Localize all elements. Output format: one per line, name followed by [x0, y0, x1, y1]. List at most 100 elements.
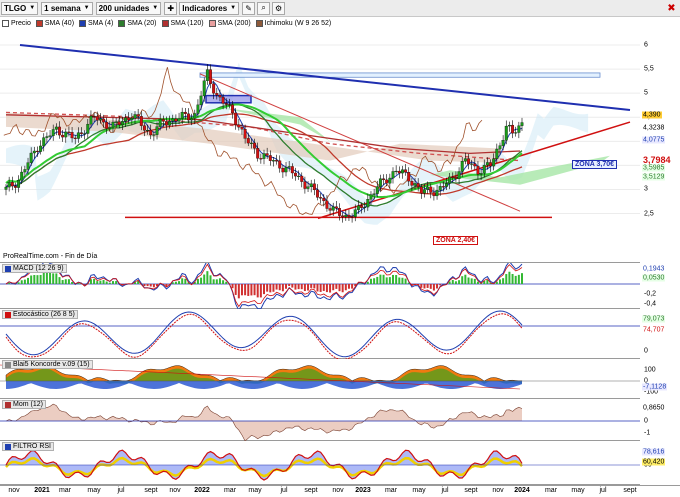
candle-body [501, 140, 505, 146]
candle-body [13, 185, 17, 188]
histogram-bar [67, 279, 70, 284]
koncorde-panel[interactable]: Blai5 Koncorde v.09 (15) [0, 359, 640, 399]
legend-item[interactable]: SMA (20) [118, 19, 157, 27]
histogram-bar [250, 284, 253, 296]
histogram-bar [143, 284, 146, 287]
candle-body [23, 169, 27, 173]
candle-body [149, 129, 153, 136]
legend-item[interactable]: SMA (40) [35, 19, 74, 27]
histogram-bar [200, 277, 203, 284]
settings-icon[interactable]: ⚙ [272, 1, 286, 15]
draw-icon[interactable]: ✎ [242, 1, 256, 15]
time-axis-label: nov [332, 487, 344, 494]
histogram-bar [181, 278, 184, 284]
histogram-bar [42, 271, 45, 284]
ticker-selector[interactable]: TLGO ▼ [1, 1, 39, 15]
candle-body [382, 178, 386, 181]
macd-chart [0, 263, 640, 309]
histogram-bar [300, 284, 303, 290]
histogram-bar [61, 280, 64, 284]
price-panel[interactable]: ZONA 2,40€ ZONA 3,70€ ProRealTime.com - … [0, 29, 640, 263]
legend-item[interactable]: SMA (200) [208, 19, 251, 27]
candle-body [177, 118, 181, 122]
candle-body [95, 116, 99, 121]
candle-body [331, 206, 335, 211]
histogram-bar [36, 275, 39, 284]
histogram-bar [259, 284, 262, 298]
zoom-icon[interactable]: ⌕ [257, 1, 271, 15]
histogram-bar [269, 284, 272, 293]
axis-tick-label: 0 [644, 347, 648, 355]
candle-body [221, 96, 225, 104]
candle-body [161, 119, 165, 122]
candle-body [281, 168, 285, 173]
candle-body [435, 190, 439, 197]
macd-panel[interactable]: MACD (12 26 9) [0, 263, 640, 309]
candle-body [297, 175, 301, 177]
axis-tick-label: 6 [644, 41, 648, 49]
histogram-bar [49, 272, 52, 284]
histogram-bar [275, 284, 278, 290]
time-axis-label: mar [58, 487, 72, 494]
candle-body [117, 121, 121, 126]
candle-body [227, 104, 231, 106]
candle-body [139, 116, 143, 126]
legend-item[interactable]: SMA (120) [161, 19, 204, 27]
axis-tick-label: 0 [644, 417, 648, 425]
histogram-bar [247, 284, 250, 296]
candle-body [17, 180, 21, 188]
histogram-bar [272, 284, 275, 292]
time-axis-label: 2022 [194, 487, 210, 494]
candle-body [294, 172, 297, 177]
histogram-bar [373, 278, 376, 284]
legend-label: SMA (200) [217, 19, 251, 27]
stoch-panel[interactable]: Estocástico (26 8 5) [0, 309, 640, 359]
candle-body [130, 118, 134, 121]
histogram-bar [256, 284, 259, 298]
stoch-title-text: Estocástico (26 8 5) [13, 311, 75, 318]
chart-footer: ProRealTime.com - Fin de Día [3, 253, 98, 260]
histogram-bar [297, 284, 300, 290]
legend-item[interactable]: Ichimoku (W 9 26 52) [255, 19, 331, 27]
mom-title-text: Mom (12) [13, 401, 43, 408]
time-axis-label: jul [117, 487, 125, 494]
candle-body [448, 176, 452, 184]
candle-body [517, 125, 521, 133]
rsi-panel[interactable]: FILTRO RSI [0, 441, 640, 485]
histogram-bar [458, 280, 461, 284]
histogram-bar [222, 280, 225, 284]
crosshair-icon[interactable]: ✚ [164, 1, 178, 15]
timeframe-selector[interactable]: 1 semana ▼ [41, 1, 93, 15]
value-badge: -7,1128 [642, 383, 668, 391]
indicators-button[interactable]: Indicadores ▼ [179, 1, 240, 15]
time-axis-label: may [87, 487, 101, 494]
time-axis-label: may [571, 487, 585, 494]
candle-body [262, 153, 266, 159]
time-axis-label: sept [304, 487, 318, 494]
candle-body [473, 163, 477, 167]
price-badge: 3,5129 [642, 173, 666, 181]
histogram-bar [218, 278, 221, 284]
legend-item[interactable]: Precio [2, 19, 31, 27]
histogram-bar [288, 284, 291, 287]
candle-body [312, 183, 316, 191]
histogram-bar [325, 284, 328, 293]
time-axis-label: 2021 [34, 487, 50, 494]
close-icon[interactable]: ✖ [665, 2, 678, 15]
legend-swatch [118, 19, 126, 27]
histogram-bar [369, 278, 372, 284]
histogram-bar [476, 281, 479, 284]
candle-body [457, 171, 461, 179]
histogram-bar [99, 280, 102, 284]
time-axis-label: jul [280, 487, 288, 494]
histogram-bar [310, 284, 313, 288]
histogram-bar [237, 284, 240, 299]
value-badge: 0,8650 [642, 404, 666, 412]
mom-panel[interactable]: Mom (12) [0, 399, 640, 441]
legend-item[interactable]: SMA (4) [79, 19, 113, 27]
candle-body [105, 121, 109, 129]
candle-body [158, 119, 162, 127]
candle-body [243, 128, 247, 139]
candle-body [92, 115, 96, 118]
units-selector[interactable]: 200 unidades ▼ [95, 1, 162, 15]
